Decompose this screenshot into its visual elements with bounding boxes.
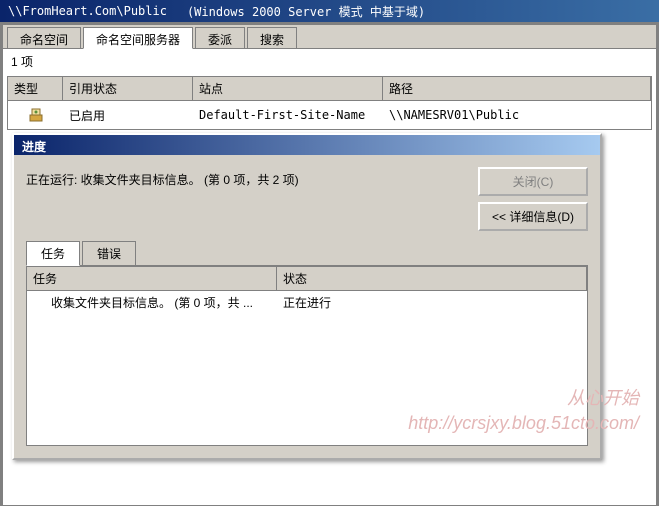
- tab-namespace-servers[interactable]: 命名空间服务器: [83, 27, 193, 49]
- subtab-errors[interactable]: 错误: [82, 241, 136, 265]
- col-type[interactable]: 类型: [8, 77, 63, 100]
- col-task[interactable]: 任务: [27, 267, 277, 290]
- subtab-tasks[interactable]: 任务: [26, 241, 80, 266]
- main-tabs: 命名空间 命名空间服务器 委派 搜索: [3, 25, 656, 49]
- task-name: 收集文件夹目标信息。 (第 0 项，共 ...: [27, 291, 277, 314]
- tab-namespace[interactable]: 命名空间: [7, 27, 81, 48]
- dialog-subtabs: 任务 错误: [26, 241, 588, 266]
- col-site[interactable]: 站点: [193, 77, 383, 100]
- col-path[interactable]: 路径: [383, 77, 651, 100]
- titlebar-mode: (Windows 2000 Server 模式 中基于域): [187, 3, 425, 20]
- table-header: 类型 引用状态 站点 路径: [8, 77, 651, 101]
- tab-delegation[interactable]: 委派: [195, 27, 245, 48]
- cell-site: Default-First-Site-Name: [193, 105, 383, 125]
- tasks-table: 任务 状态 收集文件夹目标信息。 (第 0 项，共 ... 正在进行: [26, 266, 588, 446]
- titlebar-path: \\FromHeart.Com\Public: [8, 4, 167, 18]
- cell-status: 已启用: [63, 104, 193, 127]
- tab-search[interactable]: 搜索: [247, 27, 297, 48]
- col-state[interactable]: 状态: [277, 267, 587, 290]
- col-ref-status[interactable]: 引用状态: [63, 77, 193, 100]
- progress-dialog: 进度 正在运行: 收集文件夹目标信息。 (第 0 项，共 2 项) 关闭(C) …: [12, 133, 602, 460]
- details-button[interactable]: << 详细信息(D): [478, 202, 588, 231]
- task-state: 正在进行: [277, 291, 587, 314]
- server-table: 类型 引用状态 站点 路径 已启用 Default-First-Site-Nam…: [7, 76, 652, 130]
- dialog-title: 进度: [14, 135, 600, 155]
- titlebar: \\FromHeart.Com\Public (Windows 2000 Ser…: [0, 0, 659, 22]
- progress-status: 正在运行: 收集文件夹目标信息。 (第 0 项，共 2 项): [26, 167, 299, 188]
- task-row[interactable]: 收集文件夹目标信息。 (第 0 项，共 ... 正在进行: [27, 291, 587, 314]
- close-button: 关闭(C): [478, 167, 588, 196]
- cell-path: \\NAMESRV01\Public: [383, 105, 651, 125]
- server-icon: [8, 103, 63, 127]
- item-count: 1 项: [3, 49, 656, 74]
- table-row[interactable]: 已启用 Default-First-Site-Name \\NAMESRV01\…: [8, 101, 651, 129]
